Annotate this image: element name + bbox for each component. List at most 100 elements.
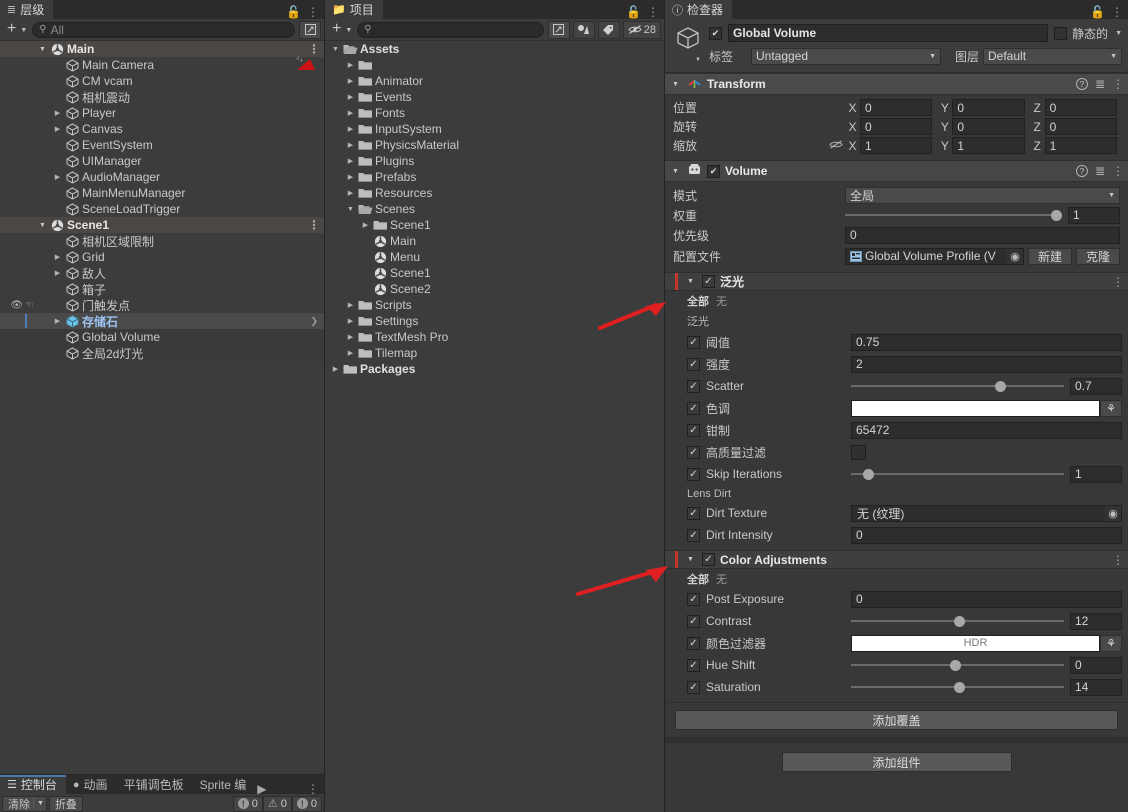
hierarchy-scene-header[interactable]: ▼ Scene1 ⋮ <box>0 217 324 233</box>
position-z-input[interactable]: 0 <box>1044 99 1117 116</box>
foldout-open-icon[interactable]: ▼ <box>36 46 49 53</box>
foldout-arrow-icon[interactable]: ▼ <box>687 278 697 285</box>
lock-icon[interactable]: 🔓 <box>626 5 641 19</box>
hierarchy-item[interactable]: Main Camera <box>0 55 324 73</box>
slider-knob[interactable] <box>1051 209 1062 221</box>
volume-mode-dropdown[interactable]: 全局 ▼ <box>845 186 1120 204</box>
gameobject-name-input[interactable]: Global Volume <box>728 24 1049 42</box>
rotation-x-input[interactable]: 0 <box>860 118 933 135</box>
scene-menu-icon[interactable]: ⋮ <box>308 219 320 231</box>
foldout-closed-icon[interactable]: ▶ <box>51 269 64 277</box>
slider-knob[interactable] <box>954 615 966 627</box>
project-tree[interactable]: ▼ Assets ▶ ▶ Animator ▶ Events ▶ Fonts ▶ InputSyst… <box>325 41 664 812</box>
foldout-closed-icon[interactable]: ▶ <box>344 109 357 117</box>
override--checkbox[interactable] <box>687 636 700 650</box>
static-dropdown-caret-icon[interactable]: ▼ <box>1113 30 1122 37</box>
override--checkbox[interactable] <box>687 335 700 349</box>
project-item[interactable]: ▼ Scenes <box>325 201 664 217</box>
override-dirt-texture-checkbox[interactable] <box>687 506 700 520</box>
override--checkbox[interactable] <box>687 423 700 437</box>
foldout-arrow-icon[interactable]: ▼ <box>672 81 682 88</box>
hierarchy-item[interactable]: ▶ Canvas <box>0 121 324 137</box>
help-icon[interactable]: ? <box>1075 78 1088 90</box>
foldout-closed-icon[interactable]: ▶ <box>344 189 357 197</box>
override--input[interactable]: 2 <box>851 355 1122 373</box>
add-overlay-button[interactable]: 添加覆盖 <box>675 710 1118 730</box>
project-item[interactable]: Menu <box>325 249 664 265</box>
override-scatter-input[interactable]: 0.7 <box>1070 377 1122 395</box>
clone-profile-button[interactable]: 克隆 <box>1076 247 1120 265</box>
override-dirt-intensity-checkbox[interactable] <box>687 528 700 542</box>
tab-console[interactable]: ☰ 控制台 <box>0 775 66 794</box>
override--color-swatch[interactable] <box>851 399 1100 417</box>
foldout-closed-icon[interactable]: ▶ <box>51 125 64 133</box>
project-item[interactable]: ▶ <box>325 57 664 73</box>
override-all-label[interactable]: 全部 <box>687 571 709 587</box>
hierarchy-tree[interactable]: ▼ Main ⋮ Main Camera CM vcam 相机震动 ▶ Player ▶ Canv… <box>0 41 324 774</box>
console-overflow-icon[interactable]: ▶ <box>255 783 266 795</box>
foldout-closed-icon[interactable]: ▶ <box>344 349 357 357</box>
tab-inspector[interactable]: ⓘ 检查器 <box>665 0 733 19</box>
hierarchy-item[interactable]: 相机区域限制 <box>0 233 324 249</box>
override-menu-icon[interactable]: ⋮ <box>1112 554 1124 566</box>
hierarchy-menu-icon[interactable]: ⋮ <box>307 6 319 18</box>
project-item[interactable]: ▶ Tilemap <box>325 345 664 361</box>
override--checkbox[interactable] <box>687 401 700 415</box>
project-menu-icon[interactable]: ⋮ <box>647 6 659 18</box>
project-item[interactable]: ▶ Animator <box>325 73 664 89</box>
override-saturation-checkbox[interactable] <box>687 680 700 694</box>
object-picker-icon[interactable]: ◉ <box>1105 505 1121 521</box>
project-item[interactable]: ▶ Scene1 <box>325 217 664 233</box>
eyedropper-icon[interactable]: ⚘ <box>1100 634 1122 652</box>
override-post-exposure-input[interactable]: 0 <box>851 590 1122 608</box>
project-item[interactable]: ▶ Fonts <box>325 105 664 121</box>
override--checkbox[interactable] <box>687 357 700 371</box>
inspector-menu-icon[interactable]: ⋮ <box>1111 6 1123 18</box>
hierarchy-item[interactable]: 全局2d灯光 <box>0 345 324 361</box>
foldout-closed-icon[interactable]: ▶ <box>329 365 342 373</box>
override-contrast-slider[interactable] <box>851 613 1064 630</box>
project-item[interactable]: ▶ Settings <box>325 313 664 329</box>
foldout-closed-icon[interactable]: ▶ <box>344 157 357 165</box>
override-skip-iterations-slider[interactable] <box>851 466 1064 483</box>
override-header[interactable]: ▼ ✓ Color Adjustments ⋮ <box>665 550 1128 569</box>
transform-menu-icon[interactable]: ⋮ <box>1112 78 1124 90</box>
hierarchy-scene-header[interactable]: ▼ Main ⋮ <box>0 41 324 57</box>
override-dirt-intensity-input[interactable]: 0 <box>851 526 1122 544</box>
override-saturation-slider[interactable] <box>851 679 1064 696</box>
override-skip-iterations-checkbox[interactable] <box>687 467 700 481</box>
override-none-label[interactable]: 无 <box>716 571 727 587</box>
preset-icon[interactable]: ≣ <box>1095 164 1105 178</box>
hierarchy-item[interactable]: 相机震动 <box>0 89 324 105</box>
tab-tile-palette[interactable]: 平铺调色板 <box>117 775 193 794</box>
console-menu-icon[interactable]: ⋮ <box>307 783 319 795</box>
lock-icon[interactable]: 🔓 <box>1090 5 1105 19</box>
override--color-swatch[interactable]: HDR <box>851 634 1100 652</box>
volume-weight-input[interactable]: 1 <box>1068 206 1120 224</box>
foldout-closed-icon[interactable]: ▶ <box>344 125 357 133</box>
help-icon[interactable]: ? <box>1075 165 1088 177</box>
foldout-closed-icon[interactable]: ▶ <box>344 141 357 149</box>
project-item[interactable]: ▶ TextMesh Pro <box>325 329 664 345</box>
transform-component-header[interactable]: ▼ Transform ? ≣ ⋮ <box>665 73 1128 95</box>
constrain-proportions-icon[interactable] <box>827 139 845 153</box>
foldout-closed-icon[interactable]: ▶ <box>344 333 357 341</box>
hidden-packages-count[interactable]: 28 <box>622 20 661 39</box>
slider-knob[interactable] <box>994 380 1006 392</box>
foldout-closed-icon[interactable]: ▶ <box>51 109 64 117</box>
override-menu-icon[interactable]: ⋮ <box>1112 276 1124 288</box>
foldout-open-icon[interactable]: ▼ <box>329 46 342 53</box>
add-object-icon[interactable]: + <box>3 20 18 37</box>
foldout-closed-icon[interactable]: ▶ <box>344 93 357 101</box>
eyedropper-icon[interactable]: ⚘ <box>1100 399 1122 417</box>
override--input[interactable]: 65472 <box>851 421 1122 439</box>
foldout-closed-icon[interactable]: ▶ <box>51 173 64 181</box>
new-profile-button[interactable]: 新建 <box>1028 247 1072 265</box>
override-dirt-texture-object-field[interactable]: 无 (纹理) ◉ <box>851 504 1122 522</box>
project-item[interactable]: ▶ Scripts <box>325 297 664 313</box>
create-asset-caret-icon[interactable]: ▼ <box>343 25 357 34</box>
scale-x-input[interactable]: 1 <box>860 137 933 154</box>
add-object-caret-icon[interactable]: ▼ <box>18 25 32 34</box>
override-enabled-checkbox[interactable]: ✓ <box>702 275 715 288</box>
hierarchy-item[interactable]: MainMenuManager <box>0 185 324 201</box>
